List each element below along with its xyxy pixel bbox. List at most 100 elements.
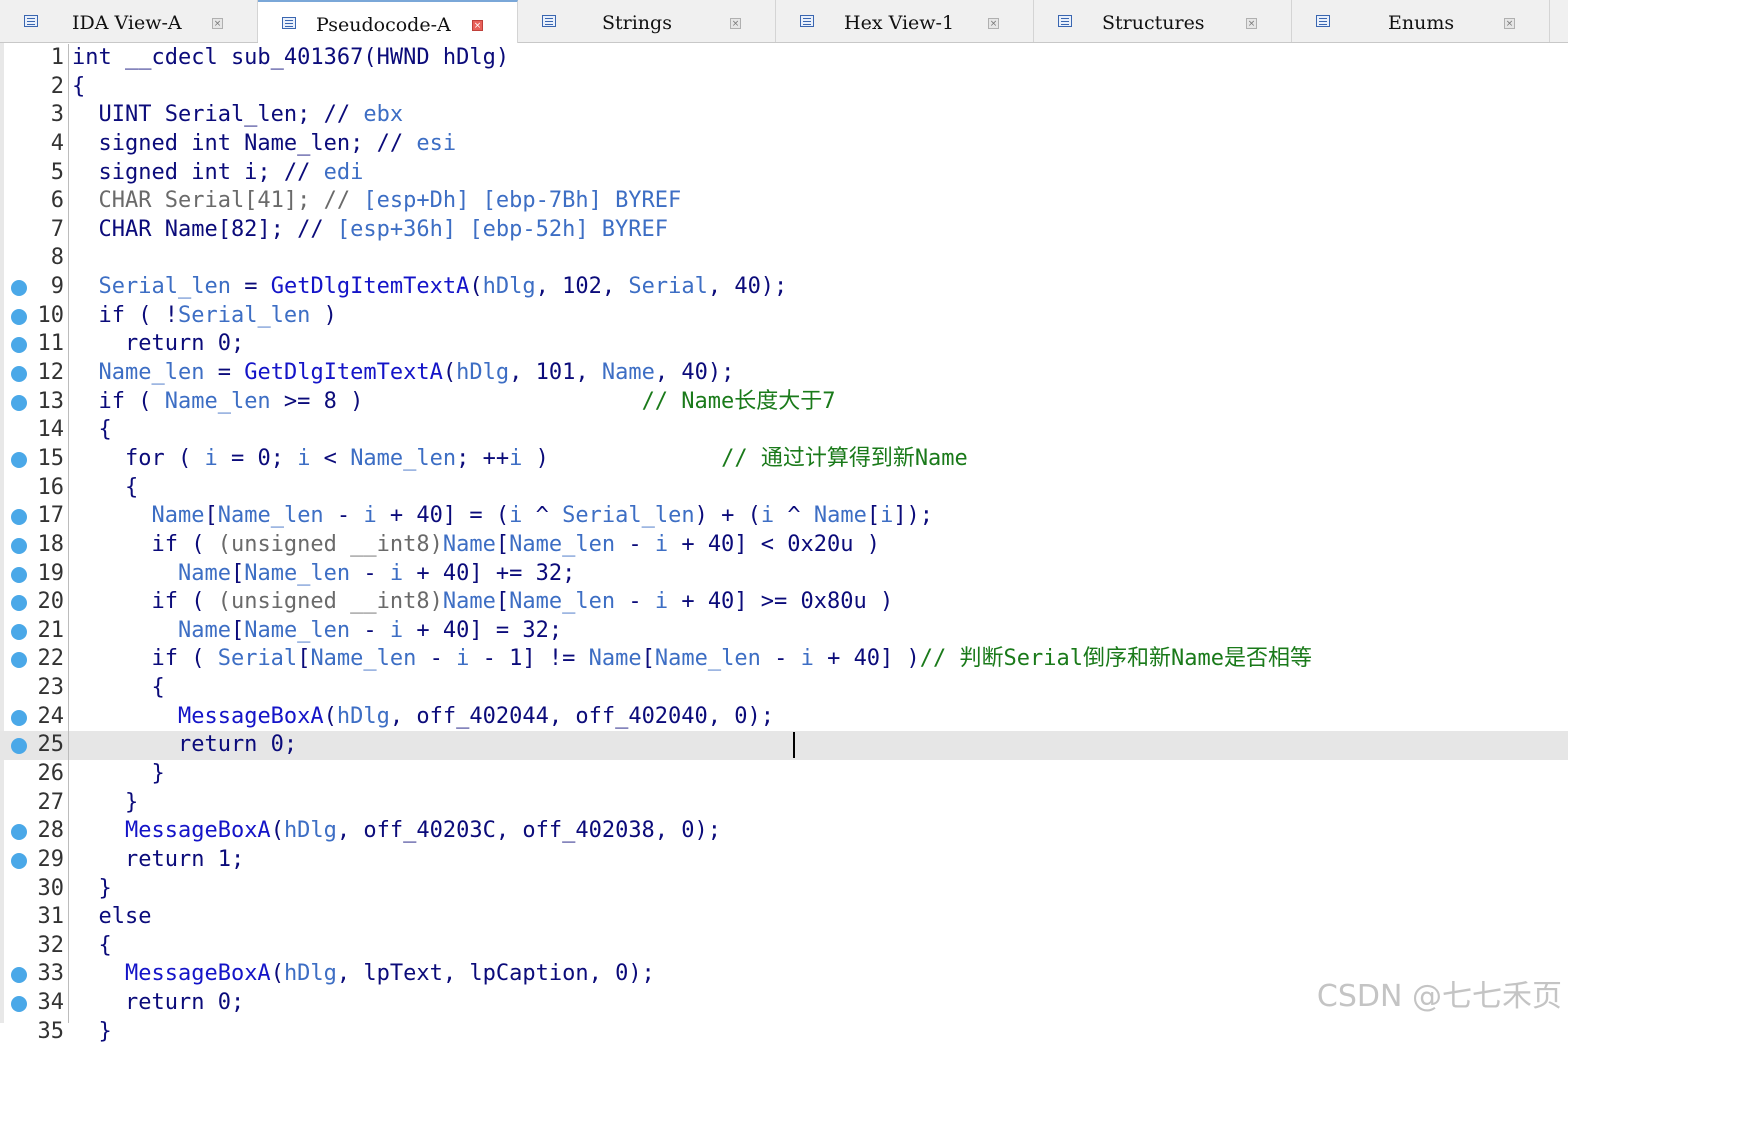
code-line[interactable]: 21 Name[Name_len - i + 40] = 32;	[0, 617, 1568, 646]
hex-view-icon	[800, 15, 814, 27]
code-token: i	[654, 531, 669, 557]
breakpoint-marker[interactable]	[11, 366, 27, 383]
code-line[interactable]: 24 MessageBoxA(hDlg, off_402044, off_402…	[0, 703, 1568, 732]
close-icon[interactable]: ×	[988, 18, 999, 29]
breakpoint-marker[interactable]	[11, 595, 27, 612]
breakpoint-marker[interactable]	[11, 652, 27, 669]
pseudocode-view[interactable]: 1 int __cdecl sub_401367(HWND hDlg) 2{3 UI…	[0, 44, 1568, 1044]
code-line[interactable]: 1 int __cdecl sub_401367(HWND hDlg)	[0, 44, 1568, 73]
code-line[interactable]: 8	[0, 244, 1568, 273]
line-number: 24	[37, 703, 65, 729]
close-icon[interactable]: ×	[1504, 18, 1515, 29]
tab-strings[interactable]: Strings ×	[518, 0, 776, 42]
code-line[interactable]: 25 return 0;	[0, 731, 1568, 760]
line-number: 33	[37, 961, 65, 987]
code-line[interactable]: 3 UINT Serial_len; // ebx	[0, 101, 1568, 130]
code-line[interactable]: 10 if ( !Serial_len )	[0, 302, 1568, 331]
code-line[interactable]: 7 CHAR Name[82]; // [esp+36h] [ebp-52h] …	[0, 216, 1568, 245]
code-line[interactable]: 30 }	[0, 875, 1568, 904]
breakpoint-marker[interactable]	[11, 852, 27, 869]
code-token: return 0;	[72, 331, 245, 357]
code-text: {	[72, 416, 111, 445]
code-line[interactable]: 19 Name[Name_len - i + 40] += 32;	[0, 560, 1568, 589]
breakpoint-marker[interactable]	[11, 537, 27, 554]
breakpoint-marker[interactable]	[11, 509, 27, 526]
code-token: hDlg	[482, 274, 536, 300]
code-line[interactable]: 4 signed int Name_len; // esi	[0, 130, 1568, 159]
code-line[interactable]: 14 {	[0, 416, 1568, 445]
code-token: , 40);	[654, 360, 735, 386]
code-token: Name	[177, 560, 231, 586]
breakpoint-marker[interactable]	[11, 623, 27, 640]
code-text: {	[72, 73, 85, 102]
code-text: Name[Name_len - i + 40] = 32;	[72, 617, 562, 646]
breakpoint-marker[interactable]	[11, 738, 27, 755]
code-line[interactable]: 12 Name_len = GetDlgItemTextA(hDlg, 101,…	[0, 359, 1568, 388]
breakpoint-marker[interactable]	[11, 824, 27, 841]
ida-view-icon	[24, 15, 38, 27]
code-line[interactable]: 22 if ( Serial[Name_len - i - 1] != Name…	[0, 645, 1568, 674]
code-token: + 40] >= 0x80u )	[668, 589, 894, 615]
code-line[interactable]: 18 if ( (unsigned __int8)Name[Name_len -…	[0, 531, 1568, 560]
code-line[interactable]: 20 if ( (unsigned __int8)Name[Name_len -…	[0, 588, 1568, 617]
breakpoint-marker[interactable]	[11, 337, 27, 354]
tab-enums[interactable]: Enums ×	[1292, 0, 1550, 42]
breakpoint-marker[interactable]	[11, 709, 27, 726]
close-icon[interactable]: ×	[1246, 18, 1257, 29]
tab-pseudocode-a[interactable]: Pseudocode-A ×	[258, 0, 518, 43]
code-line[interactable]: 5 signed int i; // edi	[0, 159, 1568, 188]
code-line[interactable]: 29 return 1;	[0, 846, 1568, 875]
code-token: hDlg	[336, 703, 390, 729]
code-text: MessageBoxA(hDlg, off_402044, off_402040…	[72, 703, 774, 732]
code-text: else	[72, 903, 151, 932]
line-number: 20	[37, 589, 65, 615]
code-line[interactable]: 6 CHAR Serial[41]; // [esp+Dh] [ebp-7Bh]…	[0, 187, 1568, 216]
breakpoint-marker[interactable]	[11, 566, 27, 583]
tab-hex-view-1[interactable]: Hex View-1 ×	[776, 0, 1034, 42]
breakpoint-marker[interactable]	[11, 394, 27, 411]
code-token: int __cdecl sub_401367(HWND hDlg)	[72, 45, 510, 70]
code-line[interactable]: 35 }	[0, 1018, 1568, 1047]
code-line[interactable]: 13 if ( Name_len >= 8 ) // Name长度大于7	[0, 388, 1568, 417]
code-token: , 102,	[535, 274, 629, 300]
code-line[interactable]: 31 else	[0, 903, 1568, 932]
breakpoint-marker[interactable]	[11, 996, 27, 1013]
code-token: Name	[442, 589, 496, 615]
tab-structures[interactable]: Structures ×	[1034, 0, 1292, 42]
code-token: if (	[72, 646, 218, 672]
code-token: i	[204, 445, 218, 471]
code-line[interactable]: 15 for ( i = 0; i < Name_len; ++i ) // 通…	[0, 445, 1568, 474]
code-text: return 0;	[72, 989, 244, 1018]
code-token: }	[72, 1018, 112, 1044]
code-token: i	[363, 503, 377, 529]
structures-icon	[1058, 15, 1072, 27]
code-token: -	[615, 531, 655, 557]
breakpoint-marker[interactable]	[11, 451, 27, 468]
code-token: Name_len	[164, 388, 271, 414]
close-icon[interactable]: ×	[730, 18, 741, 29]
code-line[interactable]: 11 return 0;	[0, 330, 1568, 359]
code-line[interactable]: 28 MessageBoxA(hDlg, off_40203C, off_402…	[0, 817, 1568, 846]
close-icon[interactable]: ×	[472, 20, 483, 31]
breakpoint-marker[interactable]	[11, 280, 27, 297]
code-line[interactable]: 32 {	[0, 932, 1568, 961]
code-token: Name_len	[244, 560, 351, 586]
code-token: }	[72, 789, 139, 815]
code-token: [	[641, 646, 655, 672]
code-line[interactable]: 16 {	[0, 474, 1568, 503]
code-token: MessageBoxA	[124, 961, 271, 987]
tab-ida-view-a[interactable]: IDA View-A ×	[0, 0, 258, 42]
close-icon[interactable]: ×	[212, 18, 223, 29]
code-line[interactable]: 23 {	[0, 674, 1568, 703]
code-line[interactable]: 9 Serial_len = GetDlgItemTextA(hDlg, 102…	[0, 273, 1568, 302]
code-text: Serial_len = GetDlgItemTextA(hDlg, 102, …	[72, 273, 788, 302]
code-line[interactable]: 26 }	[0, 760, 1568, 789]
code-token: =	[204, 360, 245, 386]
breakpoint-marker[interactable]	[11, 967, 27, 984]
code-line[interactable]: 27 }	[0, 789, 1568, 818]
code-line[interactable]: 2{	[0, 73, 1568, 102]
code-line[interactable]: 17 Name[Name_len - i + 40] = (i ^ Serial…	[0, 502, 1568, 531]
code-token: ebx	[363, 102, 404, 128]
breakpoint-marker[interactable]	[11, 308, 27, 325]
